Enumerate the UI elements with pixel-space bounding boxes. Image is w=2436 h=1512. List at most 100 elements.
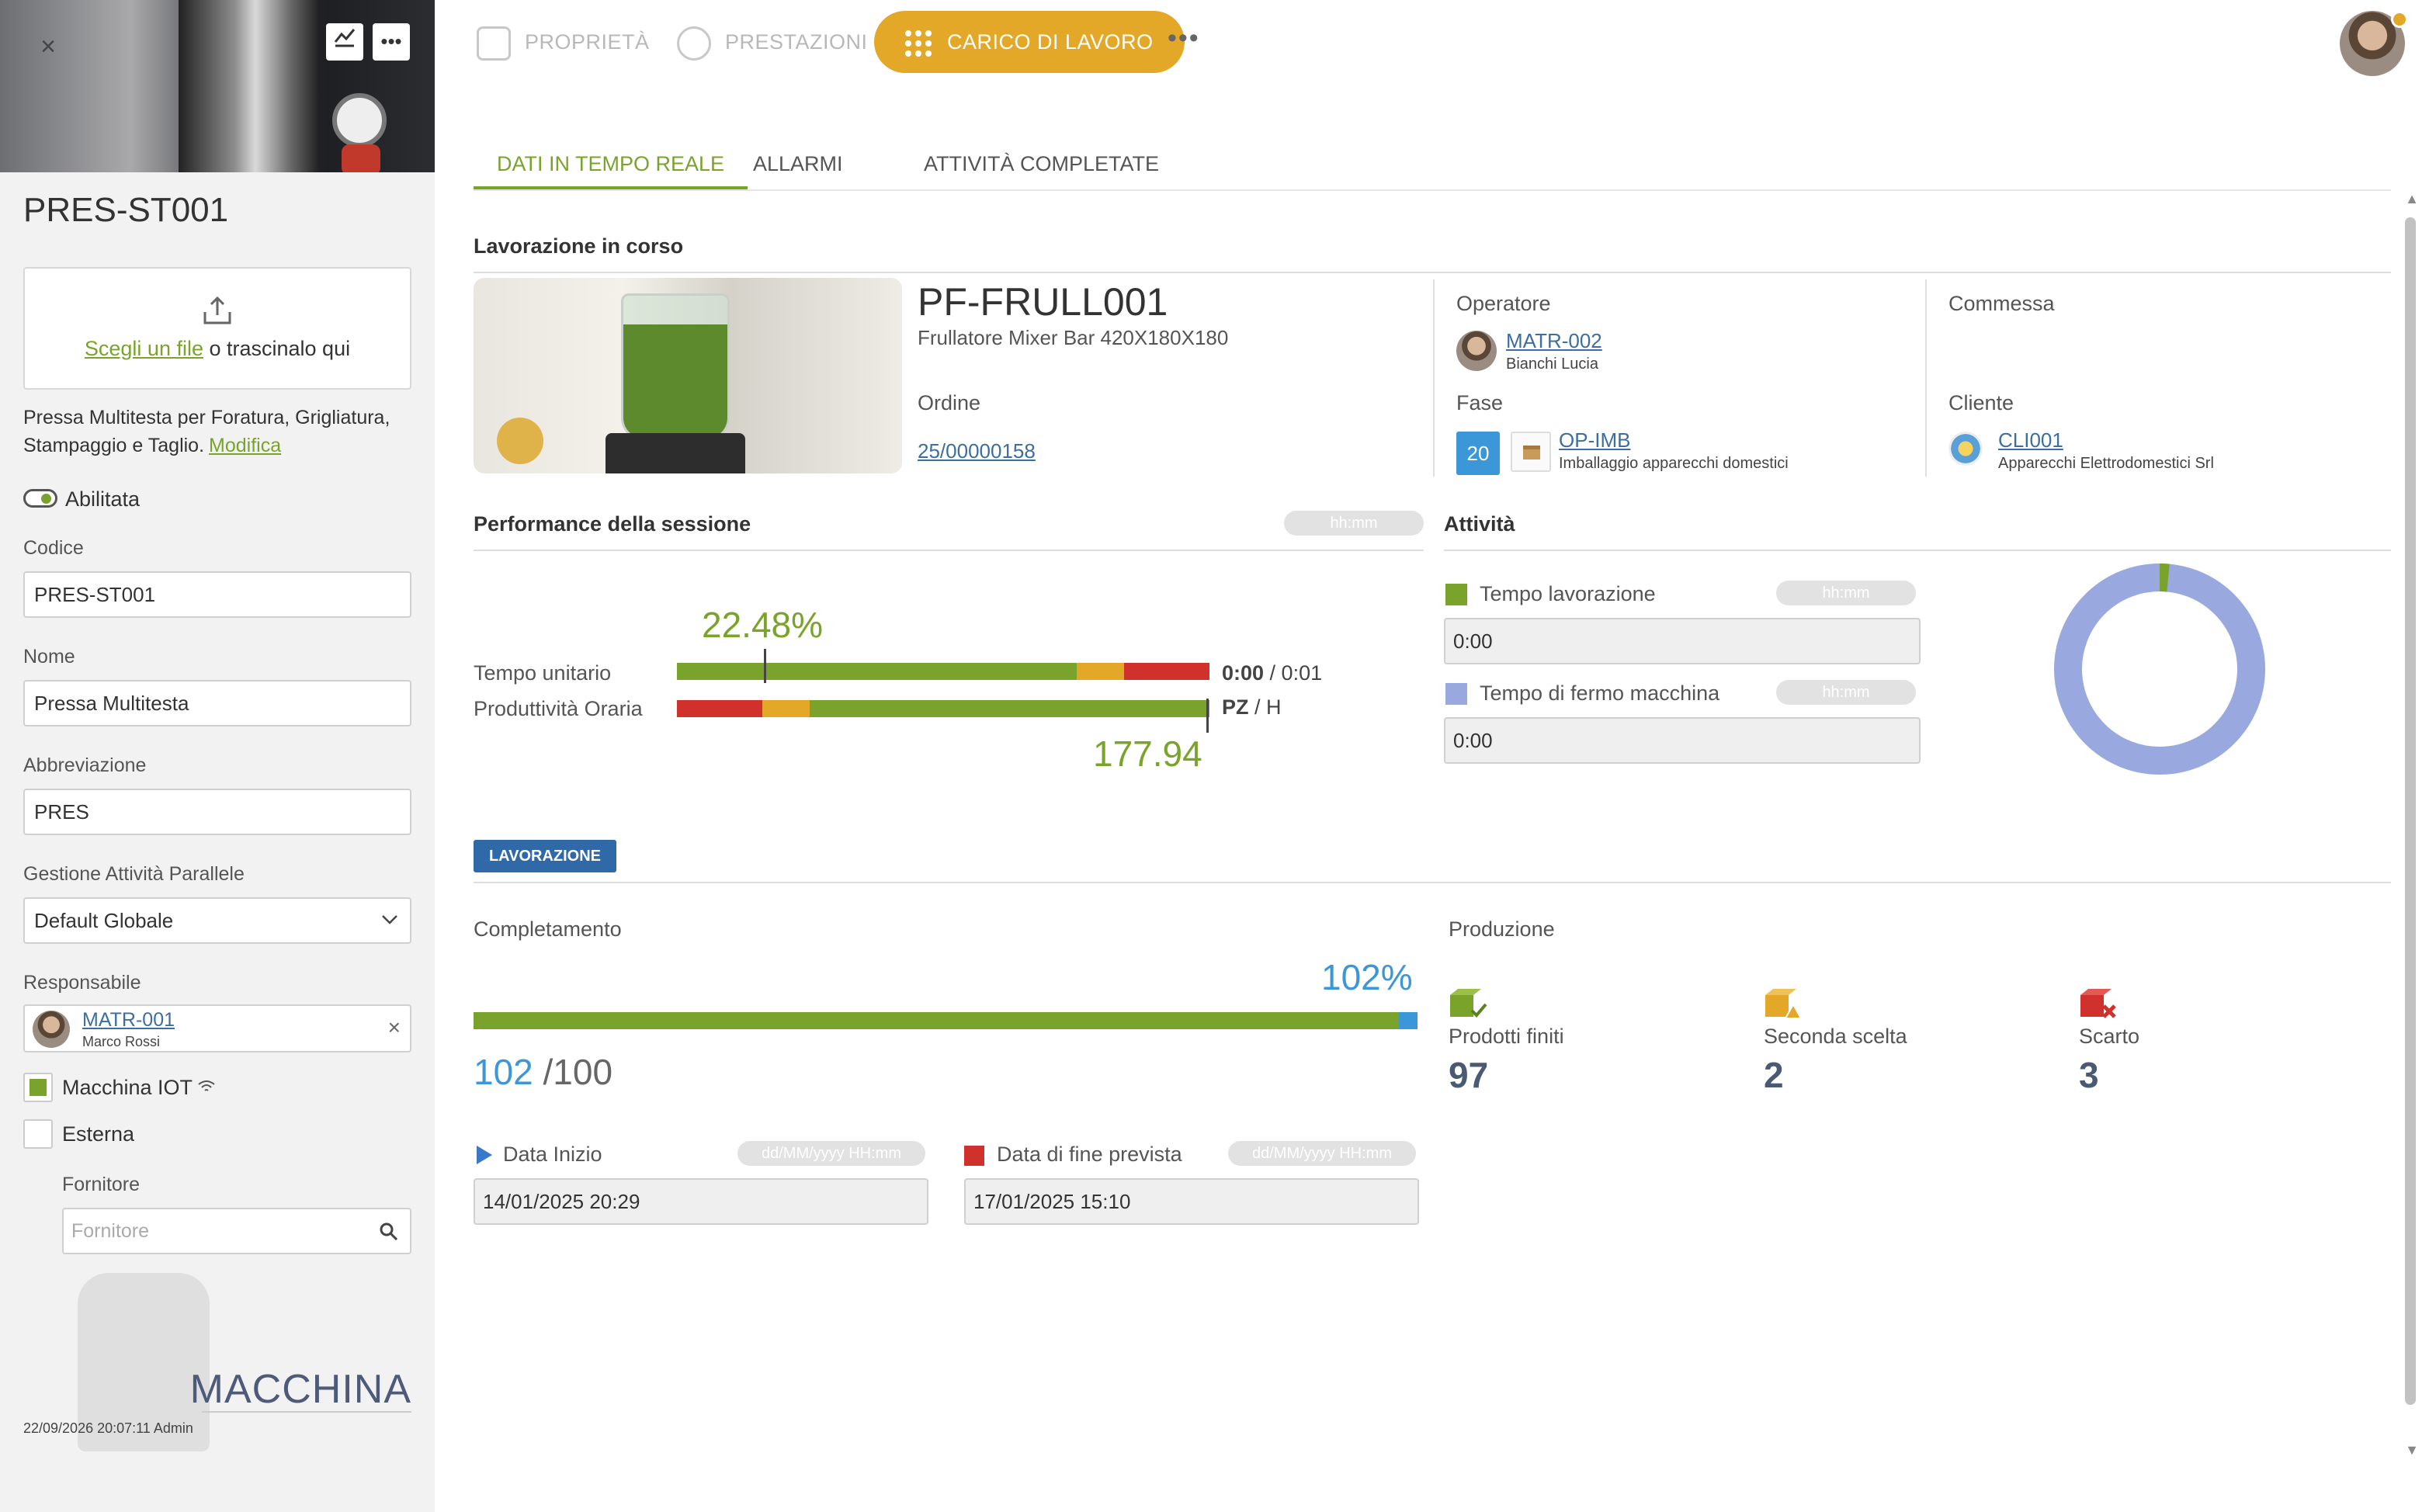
fermo-time-pill[interactable]: hh:mm: [1776, 680, 1916, 705]
commessa-label: Commessa: [1948, 292, 2055, 315]
package-icon: [1511, 432, 1551, 472]
scroll-up-icon[interactable]: ▲: [2405, 191, 2419, 207]
chart-icon[interactable]: [326, 23, 363, 61]
tempo-lavorazione-label: Tempo lavorazione: [1480, 582, 1656, 605]
tab-carico-di-lavoro[interactable]: CARICO DI LAVORO: [874, 11, 1185, 73]
tempo-unitario-value: 0:00 / 0:01: [1222, 661, 1323, 685]
gestione-select[interactable]: Default Globale: [23, 897, 411, 944]
produttivita-bar: [677, 700, 1209, 717]
file-upload[interactable]: Scegli un file o trascinalo qui: [23, 267, 411, 390]
responsabile-code[interactable]: MATR-001: [82, 1009, 175, 1032]
seconda-scelta-label: Seconda scelta: [1764, 1025, 1907, 1048]
data-fine-value: 17/01/2025 15:10: [964, 1178, 1419, 1225]
ordine-link[interactable]: 25/00000158: [918, 439, 1036, 463]
sidebar: × ••• PRES-ST001 Scegli un file o trasci…: [0, 0, 435, 1512]
performance-time-pill[interactable]: hh:mm: [1284, 511, 1424, 536]
properties-icon: [477, 26, 511, 61]
fornitore-input[interactable]: Fornitore: [62, 1208, 411, 1254]
enabled-toggle[interactable]: [23, 489, 57, 508]
avatar: [33, 1011, 70, 1048]
machine-image: × •••: [0, 0, 435, 172]
tempo-fermo-label: Tempo di fermo macchina: [1480, 681, 1720, 705]
activity-donut-chart: [2054, 564, 2265, 775]
produzione-label: Produzione: [1449, 917, 1555, 941]
more-icon[interactable]: •••: [373, 23, 410, 61]
product-code: PF-FRULL001: [918, 280, 1168, 324]
machine-description: Pressa Multitesta per Foratura, Grigliat…: [23, 407, 390, 456]
codice-input[interactable]: PRES-ST001: [23, 571, 411, 618]
completamento-bar: [474, 1012, 1418, 1029]
esterna-checkbox[interactable]: [23, 1119, 53, 1149]
fase-link[interactable]: OP-IMB: [1559, 428, 1630, 453]
fornitore-label: Fornitore: [62, 1174, 141, 1195]
prodotti-finiti-value: 97: [1449, 1055, 1489, 1095]
tab-allarmi[interactable]: ALLARMI: [753, 140, 843, 189]
data-fine-label: Data di fine prevista: [997, 1143, 1182, 1166]
tab-prestazioni[interactable]: PRESTAZIONI: [677, 11, 868, 73]
play-icon: [477, 1146, 492, 1164]
produttivita-marker: [1206, 699, 1209, 733]
box-check-icon: [1450, 989, 1487, 1018]
cliente-logo: [1948, 432, 1983, 466]
fase-number: 20: [1456, 432, 1500, 475]
cliente-label: Cliente: [1948, 391, 2014, 414]
nome-input[interactable]: Pressa Multitesta: [23, 680, 411, 727]
section-attivita: Attività: [1444, 512, 1515, 536]
enabled-label: Abilitata: [65, 487, 141, 511]
data-fine-format-pill[interactable]: dd/MM/yyyy HH:mm: [1228, 1141, 1416, 1166]
abbreviazione-label: Abbreviazione: [23, 754, 147, 776]
scroll-down-icon[interactable]: ▼: [2405, 1442, 2419, 1458]
tempo-unitario-percent: 22.48%: [702, 605, 824, 645]
responsabile-field[interactable]: MATR-001 Marco Rossi ×: [23, 1004, 411, 1053]
stop-icon: [964, 1146, 984, 1166]
scarto-label: Scarto: [2079, 1025, 2140, 1048]
fase-label: Fase: [1456, 391, 1504, 414]
notification-badge: [2391, 11, 2408, 28]
completamento-percent: 102%: [1321, 957, 1413, 997]
operatore-label: Operatore: [1456, 292, 1551, 315]
iot-checkbox[interactable]: [23, 1073, 53, 1102]
fase-description: Imballaggio apparecchi domestici: [1559, 455, 1789, 472]
clear-icon[interactable]: ×: [388, 1015, 401, 1040]
data-inizio-format-pill[interactable]: dd/MM/yyyy HH:mm: [737, 1141, 925, 1166]
iot-label: Macchina IOT: [62, 1076, 193, 1099]
produttivita-unit: PZ / H: [1222, 695, 1282, 719]
tempo-fermo-value: 0:00: [1444, 717, 1921, 764]
esterna-label: Esterna: [62, 1122, 135, 1146]
legend-fermo: [1445, 683, 1467, 705]
cliente-link[interactable]: CLI001: [1998, 428, 2063, 453]
data-inizio-value: 14/01/2025 20:29: [474, 1178, 928, 1225]
choose-file-link[interactable]: Scegli un file: [85, 337, 203, 360]
section-lavorazione-in-corso: Lavorazione in corso: [474, 234, 684, 258]
main-panel: PROPRIETÀ PRESTAZIONI CARICO DI LAVORO •…: [435, 0, 2436, 1512]
prodotti-finiti-label: Prodotti finiti: [1449, 1025, 1564, 1048]
abbreviazione-input[interactable]: PRES: [23, 789, 411, 835]
tempo-marker: [764, 649, 766, 683]
search-icon[interactable]: [379, 1222, 399, 1242]
tab-proprieta[interactable]: PROPRIETÀ: [477, 11, 650, 73]
produttivita-label: Produttività Oraria: [474, 697, 643, 720]
upload-icon: [203, 296, 231, 324]
scrollbar[interactable]: [2405, 217, 2416, 1405]
product-description: Frullatore Mixer Bar 420X180X180: [918, 326, 1229, 349]
responsabile-name: Marco Rossi: [82, 1034, 161, 1049]
box-warning-icon: [1765, 989, 1803, 1019]
modify-link[interactable]: Modifica: [209, 435, 281, 456]
last-modified: 22/09/2026 20:07:11 Admin: [23, 1420, 193, 1436]
operatore-link[interactable]: MATR-002: [1506, 329, 1602, 353]
completamento-label: Completamento: [474, 917, 622, 941]
tab-dati-tempo-reale[interactable]: DATI IN TEMPO REALE: [474, 140, 748, 189]
codice-label: Codice: [23, 537, 84, 559]
nome-label: Nome: [23, 646, 75, 668]
completamento-count: 102 /100: [474, 1052, 613, 1092]
gauge-icon: [677, 26, 711, 61]
more-tabs-icon[interactable]: •••: [1168, 23, 1200, 54]
box-x-icon: [2080, 989, 2116, 1018]
gestione-label: Gestione Attività Parallele: [23, 863, 245, 885]
wifi-icon: [198, 1080, 215, 1091]
grid-icon: [905, 29, 932, 57]
close-icon[interactable]: ×: [34, 33, 62, 61]
tab-attivita-completate[interactable]: ATTIVITÀ COMPLETATE: [924, 140, 1159, 189]
ordine-label: Ordine: [918, 391, 981, 414]
lavorazione-time-pill[interactable]: hh:mm: [1776, 581, 1916, 605]
